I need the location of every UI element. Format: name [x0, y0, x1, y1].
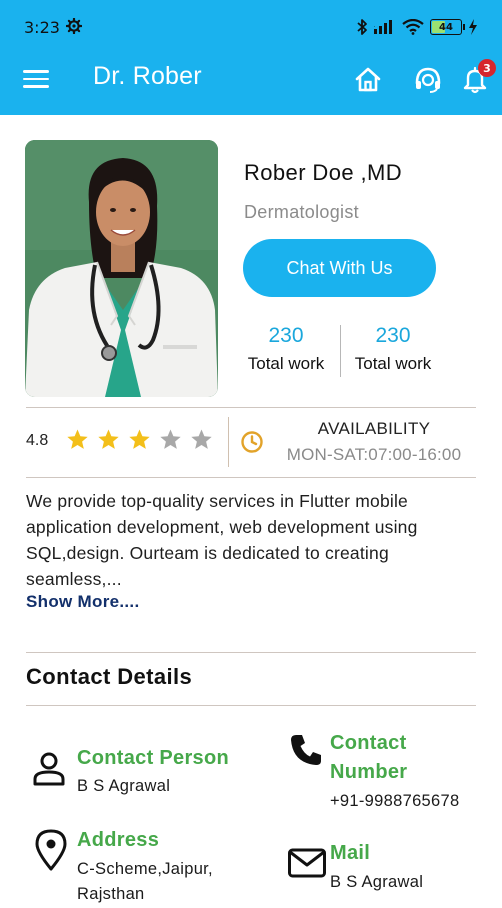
contact-person-value: B S Agrawal [77, 777, 171, 795]
divider [26, 652, 476, 654]
phone-icon[interactable] [288, 732, 324, 768]
battery-level: 44 [439, 21, 453, 33]
battery-icon: 44 [430, 19, 465, 35]
menu-icon-line [23, 85, 49, 88]
divider [26, 407, 476, 409]
notification-badge: 3 [478, 59, 496, 77]
divider [26, 477, 476, 479]
contact-person-title: Contact Person [77, 747, 230, 769]
star-filled-icon [129, 429, 150, 449]
contact-number-title: Number [330, 761, 408, 783]
menu-button[interactable] [22, 68, 50, 90]
mail-title: Mail [330, 842, 371, 864]
location-pin-icon [35, 829, 67, 871]
charging-icon [469, 19, 477, 35]
status-icons: . 44 [356, 16, 478, 38]
address-line: Rajsthan [77, 885, 145, 903]
availability-hours: MON-SAT:07:00-16:00 [286, 445, 462, 464]
contact-details-heading: Contact Details [26, 664, 193, 689]
mail-value[interactable]: B S Agrawal [330, 869, 423, 895]
star-filled-icon [67, 429, 88, 449]
chat-with-us-button[interactable]: Chat With Us [243, 239, 436, 297]
about-text: We provide top-quality services in Flutt… [26, 491, 418, 589]
doctor-name: Rober Doe ,MD [244, 160, 403, 185]
stat-label: Total work [247, 354, 325, 373]
stat-value: 230 [268, 324, 304, 347]
stat-total-work: 230 Total work [343, 324, 443, 374]
rating-value: 4.8 [26, 432, 49, 449]
wifi-icon [402, 19, 424, 35]
show-more-link[interactable]: Show More.... [26, 592, 139, 612]
address-title: Address [77, 829, 160, 851]
clock-icon [241, 431, 263, 453]
status-time: 3:23 [24, 18, 60, 37]
divider [26, 705, 476, 707]
contact-number-title: Contact [330, 732, 407, 754]
person-icon [33, 752, 65, 786]
doctor-specialty: Dermatologist [244, 202, 359, 222]
rating-stars [66, 428, 213, 451]
stat-divider [340, 325, 341, 377]
support-headset-icon[interactable] [413, 65, 443, 95]
mail-icon[interactable] [287, 845, 327, 881]
settings-gear-icon [66, 18, 82, 34]
home-icon[interactable] [353, 65, 383, 95]
status-bar: 3:23 . [0, 0, 502, 56]
star-filled-icon [98, 429, 119, 449]
signal-icon: . [374, 20, 392, 34]
svg-text:.: . [374, 21, 375, 29]
address-line: C-Scheme,Jaipur, [77, 860, 213, 878]
star-empty-icon [191, 429, 212, 449]
page-title: Dr. Rober [93, 62, 202, 90]
app-bar: Dr. Rober 3 [0, 56, 502, 115]
rating-divider [228, 417, 229, 467]
stat-total-work: 230 Total work [236, 324, 336, 374]
star-empty-icon [160, 429, 181, 449]
menu-icon-line [23, 70, 49, 73]
doctor-photo [25, 140, 218, 397]
menu-icon-line [23, 77, 49, 81]
stat-label: Total work [354, 354, 432, 373]
top-bar: 3:23 . [0, 0, 502, 115]
availability-title: AVAILABILITY [317, 419, 431, 438]
stat-value: 230 [375, 324, 411, 347]
contact-number-value[interactable]: +91-9988765678 [330, 788, 459, 814]
notifications-button[interactable]: 3 [460, 59, 496, 95]
bluetooth-icon [357, 19, 367, 35]
